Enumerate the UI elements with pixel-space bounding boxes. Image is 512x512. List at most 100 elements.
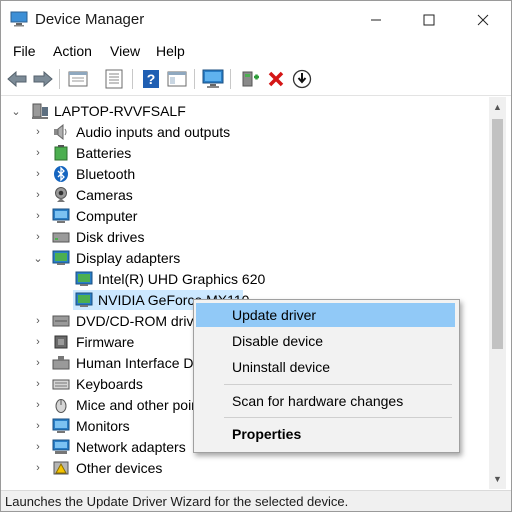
toolbar-separator [132, 69, 133, 89]
tree-root-row[interactable]: ⌄ LAPTOP-RVVFSALF [1, 101, 489, 121]
context-item-label: Update driver [232, 307, 317, 323]
context-menu: Update driver Disable device Uninstall d… [193, 299, 460, 453]
window-title: Device Manager [35, 11, 145, 28]
tree-item-label: Other devices [76, 460, 163, 476]
details-list-icon [105, 69, 123, 89]
uninstall-button[interactable] [265, 68, 287, 90]
close-icon [477, 14, 489, 26]
context-separator [224, 384, 452, 385]
tree-item-disk-drives[interactable]: › Disk drives [1, 227, 489, 247]
tree-item-audio[interactable]: › Audio inputs and outputs [1, 122, 489, 142]
collapse-chevron-icon[interactable]: ⌄ [11, 105, 21, 118]
toolbar-separator [230, 69, 231, 89]
computer-icon [32, 103, 48, 119]
scan-hardware-button[interactable] [202, 68, 224, 90]
expand-chevron-icon[interactable]: › [33, 336, 43, 348]
collapse-chevron-icon[interactable]: ⌄ [33, 252, 43, 265]
tree-item-computer[interactable]: › Computer [1, 206, 489, 226]
toolbar-separator [59, 69, 60, 89]
close-button[interactable] [457, 1, 509, 39]
hid-icon [52, 356, 70, 370]
update-driver-icon [292, 69, 312, 89]
help-button[interactable]: ? [140, 68, 162, 90]
menu-bar: File Action View Help [1, 41, 511, 63]
chip-icon [54, 335, 68, 349]
tree-item-label: Intel(R) UHD Graphics 620 [98, 271, 266, 287]
title-bar: Device Manager [1, 1, 511, 39]
expand-chevron-icon[interactable]: › [33, 189, 43, 201]
expand-chevron-icon[interactable]: › [33, 315, 43, 327]
tree-item-cameras[interactable]: › Cameras [1, 185, 489, 205]
device-manager-window: Device Manager File Action View Help ? ⌄… [0, 0, 512, 512]
scroll-up-arrow-icon[interactable]: ▲ [489, 99, 506, 115]
menu-action[interactable]: Action [53, 43, 92, 59]
expand-chevron-icon[interactable]: › [33, 147, 43, 159]
details-button[interactable] [103, 68, 125, 90]
context-update-driver[interactable]: Update driver [196, 303, 455, 327]
dvd-drive-icon [52, 315, 70, 327]
tree-item-label: Monitors [76, 418, 130, 434]
expand-chevron-icon[interactable]: › [33, 126, 43, 138]
keyboard-icon [52, 379, 70, 390]
expand-chevron-icon[interactable]: › [33, 420, 43, 432]
scroll-down-arrow-icon[interactable]: ▼ [489, 471, 506, 487]
unknown-device-icon [53, 461, 69, 475]
expand-chevron-icon[interactable]: › [33, 462, 43, 474]
tree-item-label: Cameras [76, 187, 133, 203]
vertical-scrollbar[interactable]: ▲ ▼ [489, 97, 506, 489]
tree-item-label: Firmware [76, 334, 135, 350]
minimize-button[interactable] [350, 1, 402, 39]
tree-item-label: Keyboards [76, 376, 143, 392]
maximize-button[interactable] [403, 1, 455, 39]
tree-root-label: LAPTOP-RVVFSALF [54, 103, 186, 119]
expand-chevron-icon[interactable]: › [33, 210, 43, 222]
context-properties[interactable]: Properties [196, 422, 455, 446]
expand-chevron-icon[interactable]: › [33, 399, 43, 411]
console-tree-icon [167, 71, 187, 87]
properties-button[interactable] [67, 68, 89, 90]
tree-item-intel-gpu[interactable]: Intel(R) UHD Graphics 620 [1, 269, 489, 289]
expand-chevron-icon[interactable]: › [33, 231, 43, 243]
minimize-icon [371, 19, 381, 21]
menu-view[interactable]: View [110, 43, 140, 59]
expand-chevron-icon[interactable]: › [33, 168, 43, 180]
update-driver-button[interactable] [291, 68, 313, 90]
expand-chevron-icon[interactable]: › [33, 357, 43, 369]
toolbar-separator [194, 69, 195, 89]
speaker-icon [54, 124, 67, 140]
tree-item-display-adapters[interactable]: ⌄ Display adapters [1, 248, 489, 268]
add-driver-button[interactable] [239, 68, 261, 90]
tree-item-label: Audio inputs and outputs [76, 124, 231, 140]
disk-drive-icon [52, 232, 70, 243]
context-disable-device[interactable]: Disable device [196, 329, 455, 353]
context-uninstall-device[interactable]: Uninstall device [196, 355, 455, 379]
forward-button[interactable] [32, 68, 54, 90]
expand-chevron-icon[interactable]: › [33, 378, 43, 390]
properties-sheet-icon [68, 71, 88, 87]
tree-item-label: Bluetooth [76, 166, 136, 182]
bluetooth-icon [54, 166, 68, 182]
tree-item-label: DVD/CD-ROM drives [76, 313, 209, 329]
tree-item-batteries[interactable]: › Batteries [1, 143, 489, 163]
scrollbar-thumb[interactable] [492, 119, 503, 349]
toolbar-divider [1, 95, 511, 96]
menu-help[interactable]: Help [156, 43, 185, 59]
back-button[interactable] [6, 68, 28, 90]
tree-item-bluetooth[interactable]: › Bluetooth [1, 164, 489, 184]
context-separator [224, 417, 452, 418]
menu-file[interactable]: File [13, 43, 36, 59]
tree-item-label: Batteries [76, 145, 132, 161]
expand-chevron-icon[interactable]: › [33, 441, 43, 453]
monitor-icon [52, 418, 70, 433]
device-manager-icon [10, 11, 28, 27]
network-adapter-icon [52, 439, 70, 454]
console-tree-button[interactable] [166, 68, 188, 90]
maximize-icon [423, 14, 435, 26]
context-scan-hardware[interactable]: Scan for hardware changes [196, 389, 455, 413]
display-adapter-icon [52, 250, 70, 265]
tree-item-other[interactable]: › Other devices [1, 458, 489, 478]
status-bar: Launches the Update Driver Wizard for th… [1, 490, 511, 511]
context-item-label: Disable device [232, 333, 324, 349]
status-text: Launches the Update Driver Wizard for th… [5, 494, 349, 509]
tree-item-label: Computer [76, 208, 138, 224]
